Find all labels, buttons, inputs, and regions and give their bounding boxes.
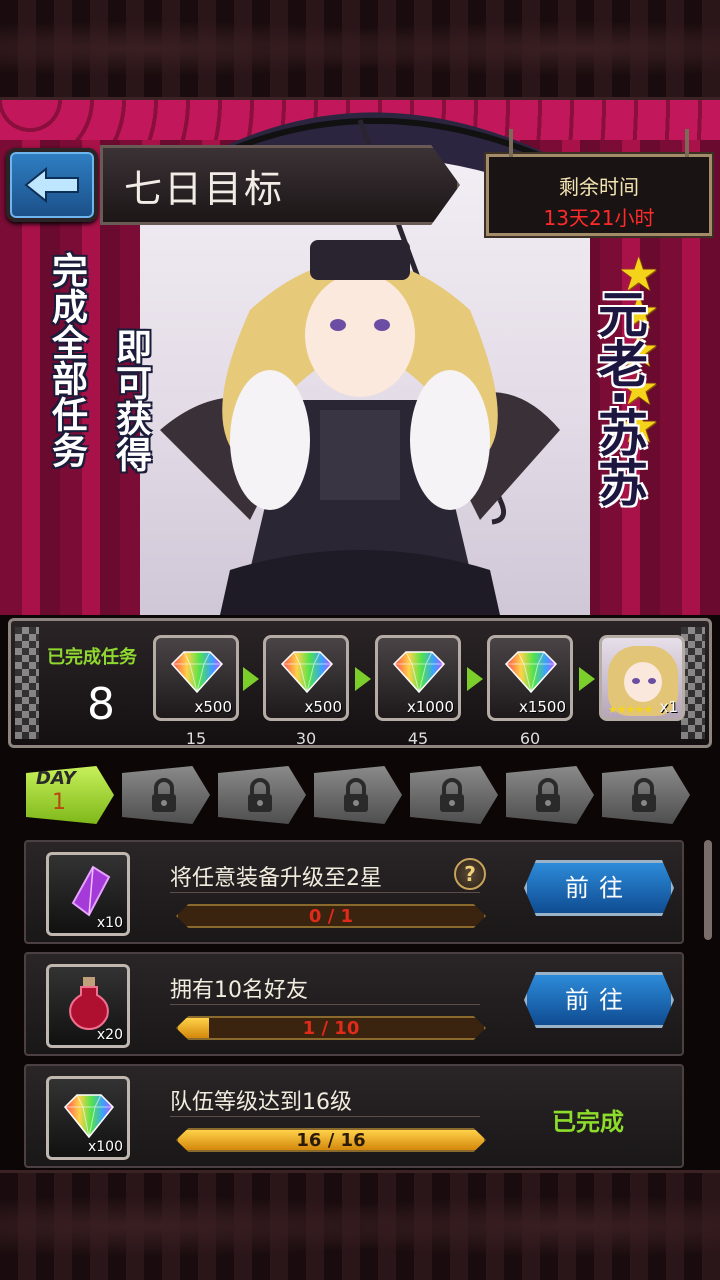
promo-text-1: 完成全部任务 xyxy=(46,252,87,468)
lock-icon xyxy=(344,778,368,812)
reward-quantity: x20 xyxy=(96,1027,123,1043)
go-button[interactable]: 前往 xyxy=(524,860,674,916)
milestone-reward[interactable]: x1000 45 xyxy=(375,635,461,748)
countdown-timer: 剩余时间 13天21小时 xyxy=(484,129,714,238)
timer-chain-left xyxy=(509,129,513,157)
reward-threshold: 45 xyxy=(407,729,429,748)
task-divider xyxy=(170,1116,480,1117)
lock-icon xyxy=(536,778,560,812)
arrow-right-icon xyxy=(243,667,259,691)
character-eye xyxy=(648,678,656,684)
progress-text: 0 / 1 xyxy=(308,906,354,927)
task-divider xyxy=(170,1004,480,1005)
timer-chain-right xyxy=(685,129,689,157)
arrow-right-icon xyxy=(579,667,595,691)
rainbow-gem-icon xyxy=(392,651,446,694)
rainbow-gem-icon xyxy=(280,651,334,694)
timer-value: 13天21小时 xyxy=(543,206,655,230)
scrollbar[interactable] xyxy=(704,840,712,940)
tab-day-locked[interactable] xyxy=(314,766,402,824)
task-row: x20 拥有10名好友 1 / 10 前往 xyxy=(24,952,684,1056)
reward-quantity: x10 xyxy=(96,915,123,931)
reward-threshold: 15 xyxy=(185,729,207,748)
reward-threshold: 30 xyxy=(295,729,317,748)
reward-quantity: x500 xyxy=(304,698,342,716)
task-name: 拥有10名好友 xyxy=(170,978,308,1003)
top-frame xyxy=(0,0,720,100)
lock-icon xyxy=(248,778,272,812)
tab-day-locked[interactable] xyxy=(410,766,498,824)
day-label: DAY xyxy=(36,768,76,789)
reward-quantity: x500 xyxy=(194,698,232,716)
task-reward-icon: x100 xyxy=(46,1076,130,1160)
tab-day-locked[interactable] xyxy=(506,766,594,824)
rainbow-gem-icon xyxy=(170,651,224,694)
task-row: x100 队伍等级达到16级 16 / 16 已完成 xyxy=(24,1064,684,1168)
arrow-right-icon xyxy=(467,667,483,691)
lock-icon xyxy=(632,778,656,812)
reward-threshold: 60 xyxy=(519,729,541,748)
reward-quantity: x1500 xyxy=(518,698,566,716)
milestone-reward[interactable]: x1500 60 xyxy=(487,635,573,748)
help-icon[interactable]: ? xyxy=(454,858,486,890)
reward-quantity: x1 xyxy=(659,698,678,716)
completed-tasks-label: 已完成任务 xyxy=(47,647,137,668)
arrow-right-icon xyxy=(355,667,371,691)
promo-text-2: 即可获得 xyxy=(110,328,151,472)
character-name: 元老·苏苏 xyxy=(590,288,648,507)
tab-day-locked[interactable] xyxy=(602,766,690,824)
progress-text: 1 / 10 xyxy=(302,1018,360,1039)
reward-quantity: x1000 xyxy=(406,698,454,716)
mini-stars-icon: ★★★★★ xyxy=(608,703,653,716)
lock-icon xyxy=(152,778,176,812)
character-face xyxy=(624,662,662,702)
red-potion-icon xyxy=(69,977,109,1031)
purple-crystal-icon xyxy=(71,865,111,917)
go-button[interactable]: 前往 xyxy=(524,972,674,1028)
milestone-reward-character[interactable]: ★★★★★ x1 70 xyxy=(599,635,685,721)
milestone-strip: 已完成任务 8 x500 15 x500 30 x1000 45 x1500 6… xyxy=(8,618,712,748)
checker-decoration xyxy=(15,627,39,739)
task-reward-icon: x10 xyxy=(46,852,130,936)
completed-status: 已完成 xyxy=(552,1108,624,1136)
timer-label: 剩余时间 xyxy=(559,175,639,199)
bottom-frame xyxy=(0,1170,720,1280)
day-number: 1 xyxy=(52,790,66,815)
rainbow-gem-icon xyxy=(63,1094,115,1139)
back-arrow-icon xyxy=(24,166,79,204)
task-divider xyxy=(170,892,480,893)
lock-icon xyxy=(440,778,464,812)
tab-day-locked[interactable] xyxy=(218,766,306,824)
reward-quantity: x100 xyxy=(87,1139,123,1155)
milestone-reward[interactable]: x500 30 xyxy=(263,635,349,748)
tab-day-locked[interactable] xyxy=(122,766,210,824)
tab-day-1[interactable]: DAY 1 xyxy=(26,766,114,824)
task-reward-icon: x20 xyxy=(46,964,130,1048)
task-name: 将任意装备升级至2星 xyxy=(170,866,382,891)
task-row: x10 将任意装备升级至2星 ? 0 / 1 前往 xyxy=(24,840,684,944)
back-button[interactable] xyxy=(6,148,98,222)
task-name: 队伍等级达到16级 xyxy=(170,1090,352,1115)
character-eye xyxy=(632,678,640,684)
rainbow-gem-icon xyxy=(504,651,558,694)
milestone-reward[interactable]: x500 15 xyxy=(153,635,239,748)
completed-tasks-count: 8 xyxy=(87,679,115,730)
page-title: 七日目标 xyxy=(124,167,285,211)
progress-text: 16 / 16 xyxy=(296,1130,366,1151)
